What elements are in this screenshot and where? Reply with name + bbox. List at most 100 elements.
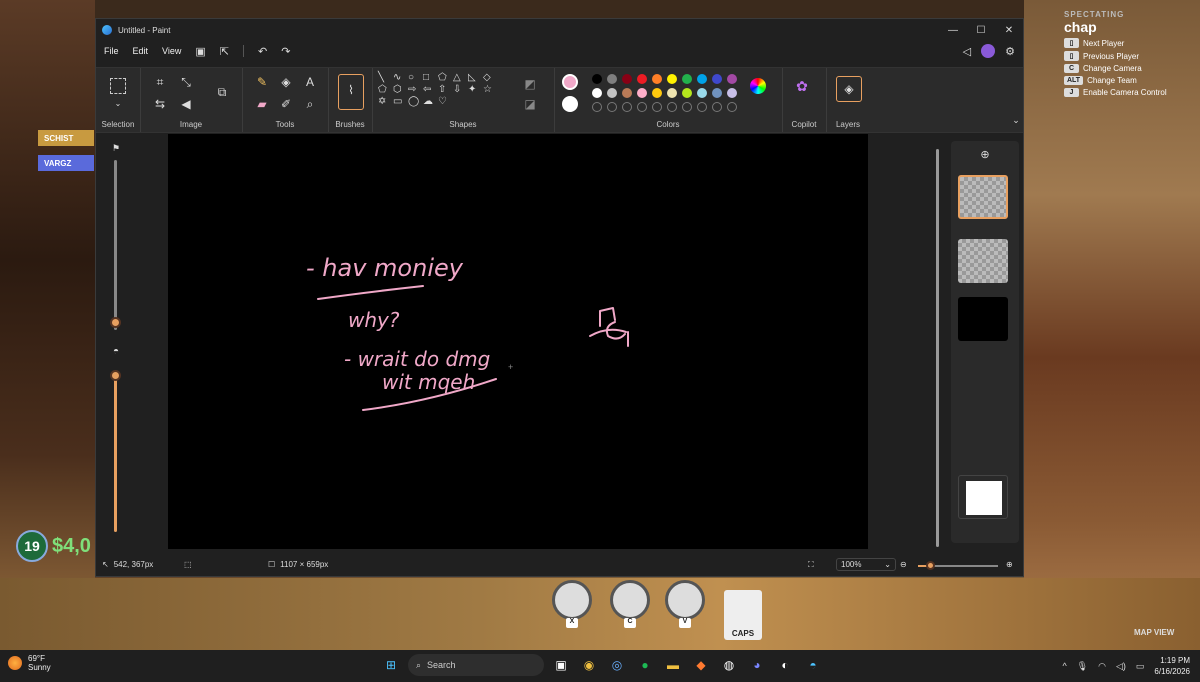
broadcast-icon[interactable]: ◁ [963,45,971,58]
color-swatch[interactable] [682,74,692,84]
fill-shape-icon[interactable]: ◪ [522,96,538,112]
arrow-up-shape-icon[interactable]: ⇧ [438,84,452,95]
vertical-scrollbar[interactable] [936,149,939,547]
flip-icon[interactable]: ⇆ [152,96,168,112]
menu-edit[interactable]: Edit [133,46,149,56]
oval-shape-icon[interactable]: ○ [408,72,422,83]
star4-shape-icon[interactable]: ✦ [468,84,482,95]
wifi-icon[interactable]: ◠ [1098,661,1106,672]
color-swatch[interactable] [592,74,602,84]
primary-color[interactable] [562,74,578,90]
search-input[interactable]: ⌕ Search [408,654,544,676]
color-swatch[interactable] [712,88,722,98]
file-explorer-icon[interactable]: ▬ [662,654,684,676]
color-swatch[interactable] [727,74,737,84]
color-picker-icon[interactable]: ✐ [278,96,294,112]
custom-color-slot[interactable] [712,102,722,112]
color-swatch[interactable] [637,88,647,98]
color-swatch[interactable] [682,88,692,98]
battery-icon[interactable]: ▭ [1136,661,1145,672]
layer-thumbnail-1[interactable] [958,175,1008,219]
chevron-down-icon[interactable]: ⌄ [110,96,126,112]
color-swatch[interactable] [697,88,707,98]
add-layer-icon[interactable]: ⊕ [977,147,993,163]
diamond-shape-icon[interactable]: ◇ [483,72,497,83]
size-slider-knob[interactable] [110,317,121,328]
redo-icon[interactable]: ↷ [281,45,290,58]
color-swatch[interactable] [592,88,602,98]
right-triangle-shape-icon[interactable]: ◺ [468,72,482,83]
color-swatch[interactable] [667,88,677,98]
start-windows-icon[interactable]: ⊞ [380,654,402,676]
custom-color-slot[interactable] [697,102,707,112]
clock[interactable]: 1:19 PM 6/16/2026 [1154,655,1190,677]
image-generator-icon[interactable]: ⧉ [214,84,230,100]
layer-thumbnail-3[interactable] [958,297,1008,341]
avatar[interactable] [981,44,996,58]
color-swatch[interactable] [697,74,707,84]
maximize-button[interactable]: ☐ [967,25,995,36]
color-swatch[interactable] [607,88,617,98]
fit-to-window-icon[interactable]: ⛶ [808,560,814,570]
tray-overflow-icon[interactable]: ^ [1062,661,1066,671]
custom-color-slot[interactable] [607,102,617,112]
color-swatch[interactable] [622,88,632,98]
pentagon-shape-icon[interactable]: ⬠ [378,84,392,95]
steam-icon[interactable]: ◎ [606,654,628,676]
microphone-icon[interactable]: 🎙︎ [1077,661,1088,672]
copilot-icon[interactable]: ✿ [794,78,810,94]
ribbon-expand-icon[interactable]: ⌄ [1008,112,1024,128]
menu-file[interactable]: File [104,46,119,56]
pencil-icon[interactable]: ✎ [254,74,270,90]
game-icon[interactable]: ◐ [774,654,796,676]
custom-color-slot[interactable] [682,102,692,112]
callout-cloud-shape-icon[interactable]: ☁ [423,96,437,107]
custom-color-slot[interactable] [667,102,677,112]
star5-shape-icon[interactable]: ☆ [483,84,497,95]
spotify-icon[interactable]: ● [634,654,656,676]
text-icon[interactable]: A [302,74,318,90]
custom-color-slot[interactable] [727,102,737,112]
custom-color-slot[interactable] [592,102,602,112]
callout-rect-shape-icon[interactable]: ▭ [393,96,407,107]
volume-icon[interactable]: ◁) [1116,661,1126,672]
custom-color-slot[interactable] [652,102,662,112]
share-icon[interactable]: ⇱ [220,45,229,58]
opacity-slider-track[interactable] [114,372,117,532]
color-swatch[interactable] [712,74,722,84]
rectangle-select-icon[interactable] [110,78,126,94]
polygon-shape-icon[interactable]: ⬠ [438,72,452,83]
callout-oval-shape-icon[interactable]: ◯ [408,96,422,107]
curve-shape-icon[interactable]: ∿ [393,72,407,83]
settings-gear-icon[interactable]: ⚙ [1005,45,1015,58]
color-swatch[interactable] [607,74,617,84]
drawing-canvas[interactable]: - hav moniey why? - wrait do dmg wit mqe… [168,134,868,549]
triangle-shape-icon[interactable]: △ [453,72,467,83]
task-view-icon[interactable]: ▣ [550,654,572,676]
rectangle-shape-icon[interactable]: □ [423,72,437,83]
outline-icon[interactable]: ◩ [522,76,538,92]
size-slider-track[interactable] [114,160,117,330]
arrow-left-shape-icon[interactable]: ⇦ [423,84,437,95]
crop-icon[interactable]: ⌗ [152,74,168,90]
close-button[interactable]: ✕ [995,25,1023,36]
custom-color-slot[interactable] [637,102,647,112]
obs-icon[interactable]: ◍ [718,654,740,676]
brush-icon[interactable]: ⌇ [338,74,364,110]
zoom-slider-knob[interactable] [926,561,935,570]
color-swatch[interactable] [637,74,647,84]
edit-colors-icon[interactable] [750,78,766,94]
magnifier-icon[interactable]: ⌕ [302,96,318,112]
layers-icon[interactable]: ◈ [836,76,862,102]
save-icon[interactable]: ▣ [195,45,205,58]
chrome-icon[interactable]: ◉ [578,654,600,676]
weather-widget[interactable]: 69°F Sunny [8,654,51,672]
color-swatch[interactable] [652,88,662,98]
zoom-dropdown[interactable]: 100% ⌄ [836,558,896,571]
custom-color-slot[interactable] [622,102,632,112]
secondary-color[interactable] [562,96,578,112]
background-layer[interactable] [958,475,1008,519]
color-swatch[interactable] [652,74,662,84]
fill-icon[interactable]: ◈ [278,74,294,90]
arrow-right-shape-icon[interactable]: ⇨ [408,84,422,95]
